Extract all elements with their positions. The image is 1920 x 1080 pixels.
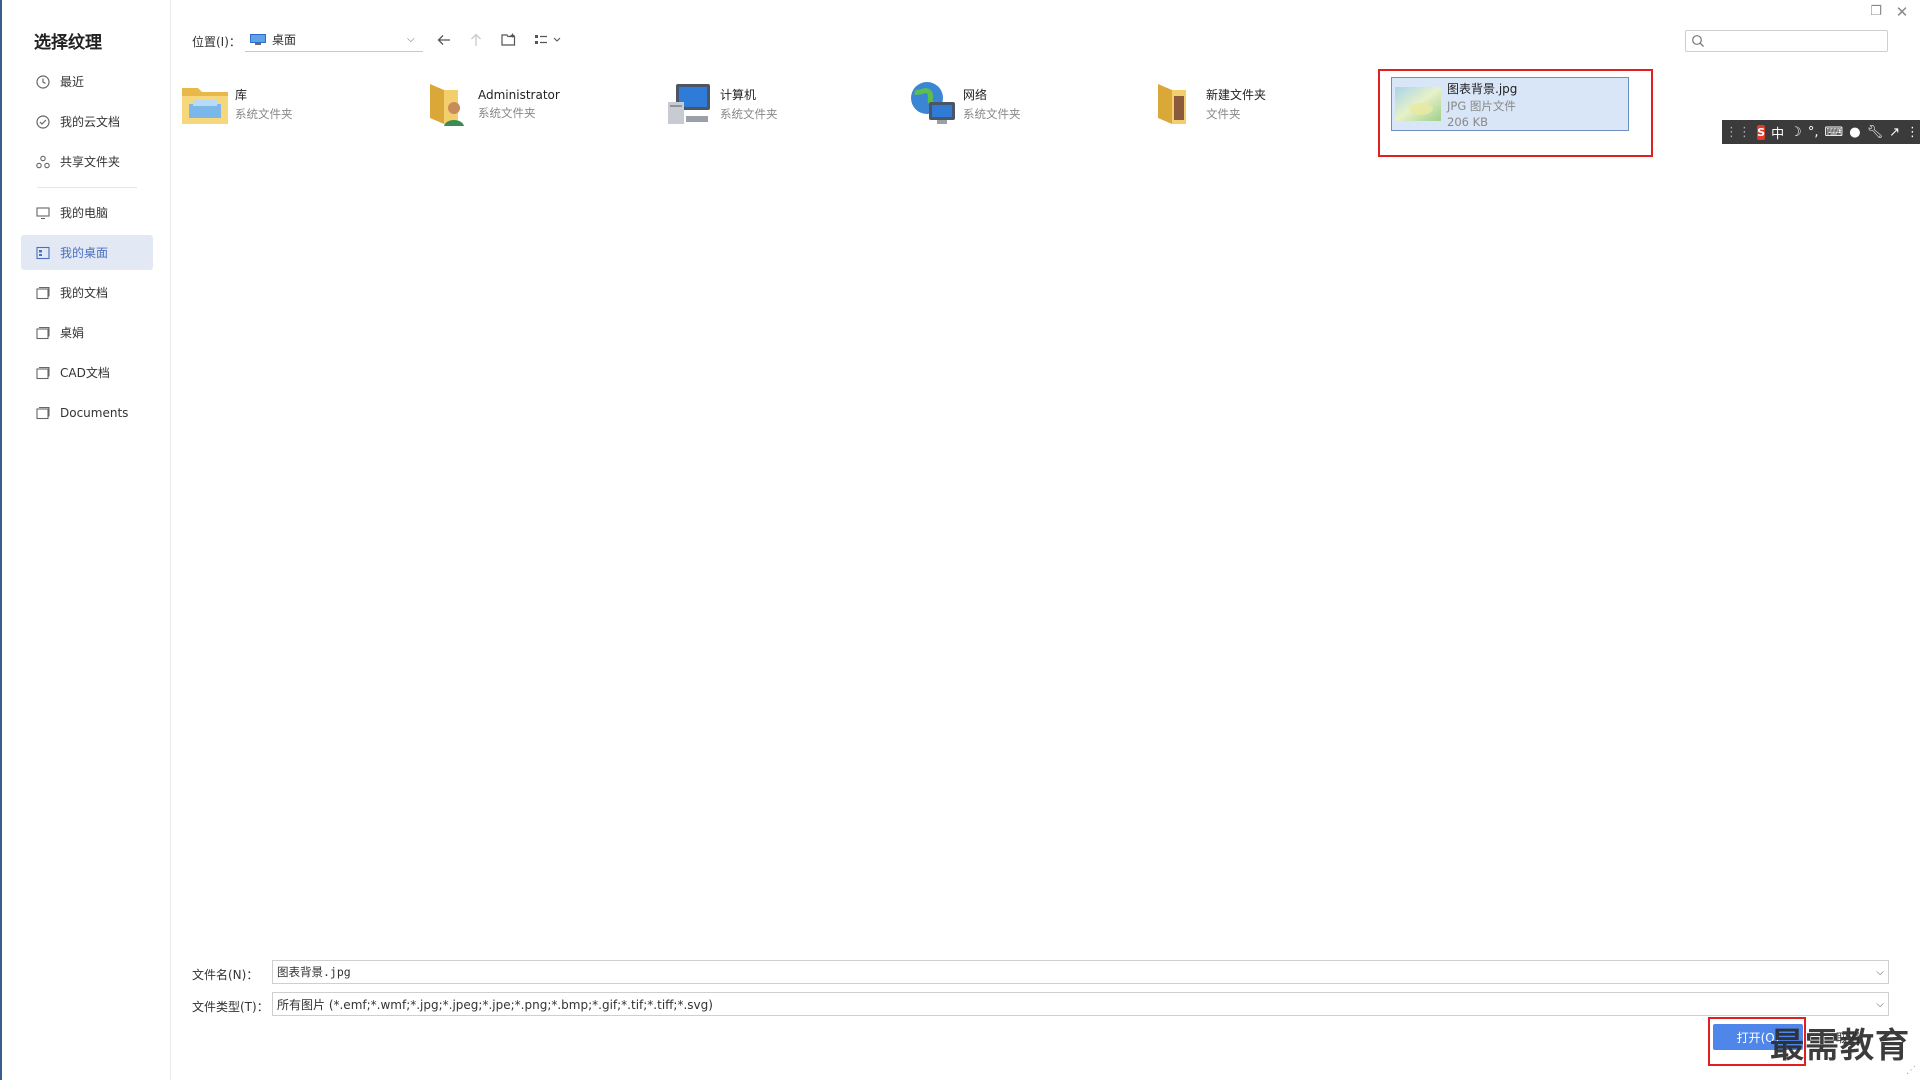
ime-logo[interactable]: S: [1757, 124, 1766, 140]
arrow-left-icon: [437, 35, 450, 45]
sidebar-item-cloud-docs[interactable]: 我的云文档: [21, 104, 153, 139]
file-item-computer[interactable]: 计算机 系统文件夹: [664, 74, 894, 134]
filetype-select[interactable]: 所有图片 (*.emf;*.wmf;*.jpg;*.jpeg;*.jpe;*.p…: [272, 992, 1889, 1016]
file-name: 图表背景.jpg: [1447, 81, 1518, 96]
sidebar-item-label: 最近: [60, 75, 85, 89]
sidebar-item-label: CAD文档: [60, 366, 110, 380]
sidebar-item-folder[interactable]: 桌娟: [21, 315, 153, 350]
sidebar-item-label: 我的桌面: [60, 246, 109, 260]
file-item-new-folder[interactable]: 新建文件夹 文件夹: [1150, 74, 1380, 134]
new-folder-icon: [500, 33, 515, 46]
image-thumbnail-icon: [1395, 87, 1441, 121]
file-item-library[interactable]: 库 系统文件夹: [179, 74, 409, 134]
sidebar-item-label: 我的云文档: [60, 115, 121, 129]
search-box[interactable]: [1685, 30, 1888, 52]
file-name: 库: [235, 88, 248, 102]
sidebar-item-my-desktop[interactable]: 我的桌面: [21, 235, 153, 270]
folder-icon: [36, 326, 50, 340]
sidebar-item-my-documents[interactable]: 我的文档: [21, 275, 153, 310]
restore-icon[interactable]: ❐: [1866, 3, 1886, 21]
file-name: 网络: [963, 88, 988, 102]
computer-icon: [36, 206, 50, 220]
ime-mode-toggle[interactable]: 中: [1771, 123, 1784, 142]
folder-icon: [1158, 84, 1186, 124]
new-folder-button[interactable]: [498, 30, 518, 50]
chevron-down-icon[interactable]: ⌵: [1872, 999, 1888, 1010]
user-folder-icon: [430, 84, 464, 126]
cloud-doc-icon: [36, 114, 50, 129]
filename-label: 文件名(N)：: [192, 968, 259, 982]
filename-value: 图表背景.jpg: [277, 965, 351, 979]
sidebar-item-shared-folders[interactable]: 共享文件夹: [21, 144, 153, 179]
dialog-title: 选择纹理: [34, 33, 102, 53]
chevron-down-icon: ⌵: [407, 33, 415, 45]
folder-icon: [36, 406, 50, 420]
clock-icon: [36, 74, 50, 89]
file-type: 系统文件夹: [478, 105, 536, 120]
filetype-label: 文件类型(T)：: [192, 1000, 269, 1014]
desktop-icon: [250, 33, 266, 45]
view-mode-button[interactable]: [532, 30, 566, 50]
folder-icon: [36, 366, 50, 380]
network-globe-icon: [911, 82, 955, 124]
watermark: 最需教育: [1770, 1026, 1910, 1066]
chevron-down-icon[interactable]: ⌵: [1872, 967, 1888, 978]
sidebar-item-documents[interactable]: Documents: [21, 395, 153, 430]
file-type: 系统文件夹: [720, 107, 778, 121]
file-size: 206 KB: [1447, 114, 1489, 129]
file-type: 文件夹: [1206, 107, 1241, 121]
file-type: 系统文件夹: [963, 107, 1021, 121]
file-open-dialog: ❐ ✕ 选择纹理 最近 我的云文档 共享文件夹 我的电脑 我的桌面 我的文档 桌…: [0, 0, 1920, 1080]
external-link-icon[interactable]: ↗: [1889, 125, 1900, 140]
sidebar-item-label: Documents: [60, 405, 129, 420]
sidebar-item-label: 共享文件夹: [60, 155, 121, 169]
keyboard-icon[interactable]: ⌨: [1824, 125, 1843, 140]
list-view-icon: [535, 35, 561, 44]
file-name: 新建文件夹: [1206, 88, 1267, 102]
location-label: 位置(I)：: [192, 35, 241, 49]
sidebar-item-label: 我的文档: [60, 286, 109, 300]
share-folder-icon: [36, 155, 50, 169]
resize-grip-icon[interactable]: ⋰: [1906, 1065, 1916, 1076]
close-icon[interactable]: ✕: [1892, 3, 1912, 21]
desktop-icon: [36, 246, 50, 260]
arrow-up-icon: [471, 33, 481, 46]
location-dropdown[interactable]: 桌面 ⌵: [245, 27, 423, 52]
up-folder-button[interactable]: [466, 30, 486, 50]
file-type: JPG 图片文件: [1447, 98, 1516, 113]
back-button[interactable]: [434, 30, 454, 50]
moon-icon[interactable]: ☽: [1790, 125, 1802, 140]
user-icon[interactable]: ●: [1849, 125, 1860, 140]
file-name: Administrator: [478, 87, 560, 102]
filetype-value: 所有图片 (*.emf;*.wmf;*.jpg;*.jpeg;*.jpe;*.p…: [277, 997, 713, 1012]
sidebar-divider: [37, 187, 137, 188]
filename-field[interactable]: 图表背景.jpg ⌵: [272, 960, 1889, 984]
file-item-network[interactable]: 网络 系统文件夹: [907, 74, 1137, 134]
file-item-chart-background-jpg[interactable]: 图表背景.jpg JPG 图片文件 206 KB: [1391, 77, 1629, 131]
grip-icon: ⋮⋮: [1725, 124, 1751, 140]
search-input[interactable]: [1709, 31, 1887, 51]
file-name: 计算机: [720, 88, 757, 102]
computer-icon: [668, 84, 710, 124]
sidebar-item-cad-docs[interactable]: CAD文档: [21, 355, 153, 390]
location-value: 桌面: [272, 32, 297, 47]
sidebar-item-label: 我的电脑: [60, 206, 109, 220]
folder-icon: [36, 286, 50, 300]
wrench-icon[interactable]: 🔧︎: [1867, 125, 1884, 140]
punctuation-icon[interactable]: °,: [1808, 125, 1819, 140]
sidebar-item-recent[interactable]: 最近: [21, 64, 153, 99]
search-icon: [1691, 34, 1705, 48]
sidebar: 选择纹理 最近 我的云文档 共享文件夹 我的电脑 我的桌面 我的文档 桌娟 CA…: [2, 0, 171, 1080]
more-icon[interactable]: ⋮: [1906, 125, 1919, 140]
sidebar-item-label: 桌娟: [60, 326, 85, 340]
ime-toolbar: ⋮⋮ S 中 ☽ °, ⌨ ● 🔧︎ ↗ ⋮: [1722, 120, 1920, 144]
file-type: 系统文件夹: [235, 107, 293, 121]
file-item-administrator[interactable]: Administrator 系统文件夹: [422, 74, 652, 134]
sidebar-item-my-computer[interactable]: 我的电脑: [21, 195, 153, 230]
library-folder-icon: [182, 88, 228, 124]
